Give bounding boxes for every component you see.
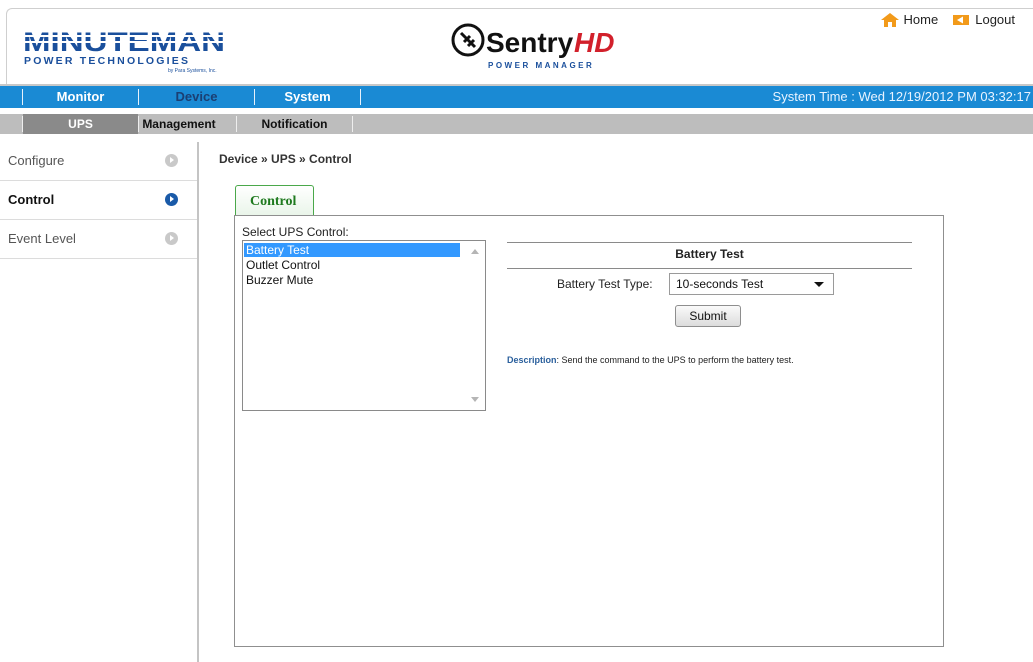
battery-test-type-value: 10-seconds Test [676, 277, 764, 291]
sidebar-item-control[interactable]: Control [0, 181, 197, 220]
breadcrumb: Device » UPS » Control [219, 152, 352, 166]
sidebar: Configure Control Event Level [0, 142, 199, 662]
sidebar-item-event-level[interactable]: Event Level [0, 220, 197, 259]
description-text: : Send the command to the UPS to perform… [556, 355, 794, 365]
listbox-scrollbar[interactable] [465, 241, 485, 410]
circle-arrow-icon [165, 154, 178, 167]
sidebar-item-label: Control [8, 192, 55, 207]
select-ups-control-label: Select UPS Control: [242, 225, 349, 239]
logo-subtagline: by Para Systems, Inc. [168, 68, 217, 74]
description-label: Description [507, 355, 557, 365]
subtab-notification[interactable]: Notification [237, 114, 352, 134]
tab-control[interactable]: Control [235, 185, 314, 216]
header-links: Home Logout [880, 12, 1015, 27]
svg-text:HD: HD [574, 27, 614, 58]
submit-button[interactable]: Submit [675, 305, 741, 327]
circle-arrow-icon [165, 193, 178, 206]
control-panel: Select UPS Control: Battery Test Outlet … [234, 215, 944, 647]
subnav-separator [352, 116, 353, 132]
chevron-down-icon [814, 282, 824, 287]
logout-label[interactable]: Logout [975, 12, 1015, 27]
nav-separator [360, 89, 361, 105]
form-title: Battery Test [675, 247, 744, 261]
sidebar-item-label: Configure [8, 153, 65, 168]
logo-power-manager: POWER MANAGER [488, 61, 594, 70]
sentryhd-logo: SentryHD HD POWER MANAGER [451, 23, 616, 70]
sidebar-item-label: Event Level [8, 231, 76, 246]
home-label[interactable]: Home [904, 12, 939, 27]
scroll-down-icon[interactable] [471, 397, 479, 402]
list-item-battery-test[interactable]: Battery Test [244, 243, 460, 257]
logout-link[interactable]: Logout [952, 12, 1015, 27]
sub-nav: UPS Management Notification [0, 114, 1033, 134]
tab-system[interactable]: System [255, 86, 360, 108]
main-nav: Monitor Device System System Time : Wed … [0, 86, 1033, 108]
list-item-buzzer-mute[interactable]: Buzzer Mute [244, 273, 460, 287]
scroll-up-icon[interactable] [471, 249, 479, 254]
tab-device[interactable]: Device [139, 86, 254, 108]
subtab-management[interactable]: Management [139, 114, 219, 134]
form-title-divider [507, 268, 912, 269]
subtab-ups[interactable]: UPS [23, 114, 138, 134]
form-top-divider [507, 242, 912, 243]
description: Description: Send the command to the UPS… [507, 355, 794, 365]
home-link[interactable]: Home [880, 12, 939, 27]
list-item-outlet-control[interactable]: Outlet Control [244, 258, 460, 272]
page-header: MINUTEMAN POWER TECHNOLOGIES by Para Sys… [0, 0, 1033, 86]
sidebar-item-configure[interactable]: Configure [0, 142, 197, 181]
logout-icon [953, 14, 970, 25]
ups-control-listbox[interactable]: Battery Test Outlet Control Buzzer Mute [242, 240, 486, 411]
battery-test-type-select[interactable]: 10-seconds Test [669, 273, 834, 295]
circle-arrow-icon [165, 232, 178, 245]
battery-test-type-label: Battery Test Type: [557, 277, 653, 291]
tab-control-label: Control [250, 194, 297, 209]
tab-monitor[interactable]: Monitor [23, 86, 138, 108]
home-icon [880, 12, 899, 27]
system-time: System Time : Wed 12/19/2012 PM 03:32:17 [772, 89, 1031, 104]
minuteman-logo: MINUTEMAN POWER TECHNOLOGIES by Para Sys… [23, 27, 225, 74]
logo-tagline: POWER TECHNOLOGIES [24, 55, 190, 67]
